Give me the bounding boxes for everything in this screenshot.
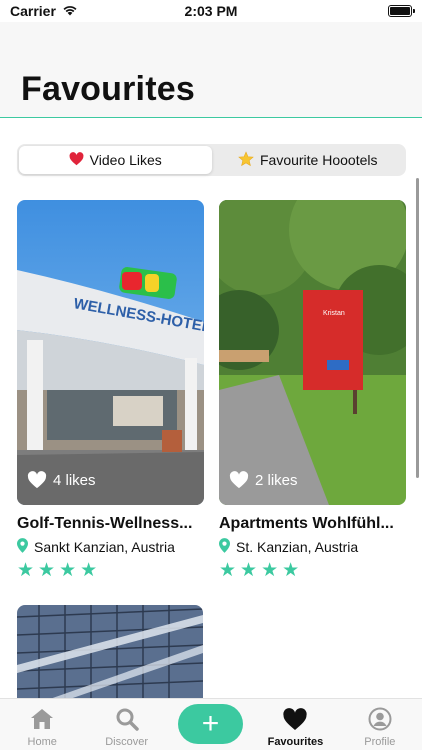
star-icon: ★ (240, 560, 258, 581)
location-text: Sankt Kanzian, Austria (34, 539, 175, 555)
hotel-name[interactable]: Apartments Wohlfühl... (219, 515, 406, 533)
search-icon (114, 706, 140, 732)
battery-icon (388, 5, 415, 17)
star-icon: ★ (59, 560, 77, 581)
star-icon: ★ (282, 560, 300, 581)
hotel-location: Sankt Kanzian, Austria (17, 538, 204, 556)
tab-discover[interactable]: Discover (84, 699, 168, 750)
segment-favourite-hotels[interactable]: Favourite Hoootels (212, 146, 405, 174)
hotel-video-thumbnail[interactable]: Kristan 2 likes (219, 200, 406, 505)
header: Favourites (0, 22, 422, 118)
likes-count: 4 likes (53, 471, 96, 489)
star-icon: ★ (38, 560, 56, 581)
tab-label: Home (27, 736, 57, 748)
scroll-indicator (416, 178, 419, 478)
likes-count: 2 likes (255, 471, 298, 489)
tab-favourites[interactable]: Favourites (253, 699, 337, 750)
star-icon: ★ (17, 560, 35, 581)
star-rating: ★ ★ ★ ★ (219, 561, 406, 580)
location-pin-icon (219, 538, 230, 556)
hotel-name[interactable]: Golf-Tennis-Wellness... (17, 515, 204, 533)
tab-label: Discover (105, 736, 148, 748)
hotel-card[interactable]: WELLNESS-HOTEL 4 likes Golf-Tennis-Welln… (17, 200, 204, 580)
tab-home[interactable]: Home (0, 699, 84, 750)
star-emoji-icon (238, 151, 254, 169)
house-icon (29, 706, 55, 732)
segment-video-likes[interactable]: Video Likes (19, 146, 212, 174)
svg-text:Kristan: Kristan (323, 310, 345, 317)
hotel-card[interactable]: Kristan 2 likes Apartments Wohlfühl... S… (219, 200, 406, 580)
tab-label: Profile (364, 736, 396, 748)
create-button[interactable]: + (178, 704, 243, 744)
star-icon: ★ (219, 560, 237, 581)
person-circle-icon (367, 706, 393, 732)
segment-label: Favourite Hoootels (259, 152, 378, 168)
heart-icon (282, 706, 308, 732)
likes-indicator: 2 likes (229, 471, 298, 489)
status-bar: Carrier 2:03 PM (0, 0, 422, 22)
location-text: St. Kanzian, Austria (236, 539, 359, 555)
heart-outline-icon (229, 471, 249, 489)
hotel-video-thumbnail[interactable] (17, 605, 203, 700)
star-icon: ★ (80, 560, 98, 581)
segmented-control: Video Likes Favourite Hoootels (17, 144, 406, 176)
plus-icon: + (201, 707, 220, 740)
location-pin-icon (17, 538, 28, 556)
tab-label: Favourites (267, 736, 324, 748)
wifi-icon (62, 3, 78, 19)
likes-indicator: 4 likes (27, 471, 96, 489)
carrier-label: Carrier (10, 3, 56, 19)
segment-label: Video Likes (89, 152, 162, 168)
page-title: Favourites (21, 70, 195, 108)
star-icon: ★ (261, 560, 279, 581)
tab-profile[interactable]: Profile (338, 699, 422, 750)
star-rating: ★ ★ ★ ★ (17, 561, 204, 580)
heart-emoji-icon (69, 152, 84, 168)
hotel-video-thumbnail[interactable]: WELLNESS-HOTEL 4 likes (17, 200, 204, 505)
heart-outline-icon (27, 471, 47, 489)
hotel-location: St. Kanzian, Austria (219, 538, 406, 556)
